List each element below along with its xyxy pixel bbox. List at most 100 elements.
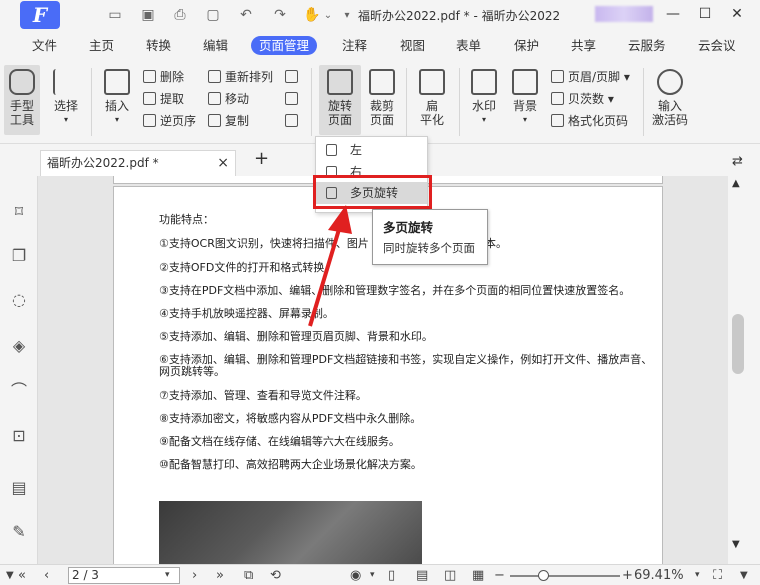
last-page-icon[interactable]: »: [216, 567, 224, 584]
layers-icon[interactable]: ◈: [9, 336, 29, 356]
panel-toggle-icon[interactable]: ⇄: [732, 154, 743, 169]
extract-icon[interactable]: ⧉: [244, 567, 253, 584]
hand-tool-button[interactable]: 手型 工具: [4, 65, 40, 135]
reverse-order-button[interactable]: 逆页序: [143, 112, 196, 130]
document-icon[interactable]: ▤: [9, 478, 29, 498]
copy-page-icon: [208, 114, 221, 127]
close-icon[interactable]: ✕: [727, 4, 747, 24]
next-page-icon[interactable]: ›: [192, 567, 197, 584]
copy-page-button[interactable]: 复制: [208, 112, 249, 130]
tab-home[interactable]: 主页: [89, 36, 114, 55]
reverse-order-icon: [143, 114, 156, 127]
fit-page-icon[interactable]: ⛶: [713, 567, 722, 584]
tab-comment[interactable]: 注释: [342, 36, 367, 55]
first-page-icon[interactable]: «: [18, 567, 26, 584]
tab-view[interactable]: 视图: [400, 36, 425, 55]
crop-page-button[interactable]: 裁剪 页面: [364, 65, 400, 127]
bates-number-button[interactable]: 贝茨数 ▾: [551, 90, 614, 108]
pages-icon[interactable]: ❐: [9, 246, 29, 266]
tooltip-title: 多页旋转: [383, 220, 434, 235]
delete-label: 删除: [160, 70, 185, 84]
eye-icon[interactable]: ◉: [350, 567, 361, 584]
replace-page-button[interactable]: [285, 68, 302, 86]
flatten-button[interactable]: 扁 平化: [414, 65, 450, 127]
format-page-number-button[interactable]: 格式化页码: [551, 112, 628, 130]
undo-arrow-icon[interactable]: ↶: [236, 5, 256, 25]
move-page-button[interactable]: 移动: [208, 90, 249, 108]
tab-convert[interactable]: 转换: [146, 36, 171, 55]
triangle-down-icon[interactable]: ▼: [6, 567, 14, 584]
continuous-page-icon[interactable]: ▤: [416, 567, 428, 584]
page-number-input[interactable]: 2 / 3: [68, 567, 180, 584]
zoom-slider-track[interactable]: [510, 575, 620, 577]
right-panel: ⇄ ▲ ▼: [728, 144, 760, 564]
dropdown-icon[interactable]: ▾: [337, 5, 357, 25]
zoom-level[interactable]: 69.41%: [634, 567, 684, 584]
security-icon[interactable]: ⊡: [9, 426, 29, 446]
rotate-view-icon[interactable]: ⟲: [270, 567, 281, 584]
extract-page-button[interactable]: 提取: [143, 90, 184, 108]
header-footer-label: 页眉/页脚: [568, 70, 621, 84]
signature-icon[interactable]: ✎: [9, 522, 29, 542]
print-icon[interactable]: ⎙: [170, 5, 190, 25]
maximize-icon[interactable]: ☐: [695, 4, 715, 24]
key-icon: [657, 69, 683, 95]
delete-page-button[interactable]: 删除: [143, 68, 184, 86]
rotate-page-button[interactable]: 旋转 页面: [319, 65, 361, 135]
close-tab-icon[interactable]: ×: [217, 151, 229, 175]
flatten-label-1: 扁: [425, 99, 438, 113]
chevron-down-icon[interactable]: ▾: [165, 567, 170, 584]
redo-icon[interactable]: ↷: [270, 5, 290, 25]
reorder-button[interactable]: 重新排列: [208, 68, 273, 86]
header-footer-button[interactable]: 页眉/页脚 ▾: [551, 68, 630, 86]
zoom-in-icon[interactable]: +: [622, 567, 633, 584]
comment-icon[interactable]: ◌: [9, 290, 29, 310]
ribbon-toolbar: 手型 工具 选择 ▾ 插入 ▾ 删除 提取 逆页序 重新排列 移动 复制 旋转 …: [0, 60, 760, 144]
tab-edit[interactable]: 编辑: [203, 36, 228, 55]
insert-page-icon: [104, 69, 130, 95]
insert-page-button[interactable]: 插入 ▾: [99, 65, 135, 127]
crop-label-1: 裁剪: [369, 99, 394, 113]
swap-page-button[interactable]: [285, 112, 302, 130]
chevron-down-icon[interactable]: ⌄: [318, 5, 338, 25]
input-code-label-2: 激活码: [651, 113, 688, 127]
tab-share[interactable]: 共享: [571, 36, 596, 55]
tab-form[interactable]: 表单: [456, 36, 481, 55]
tab-page-management[interactable]: 页面管理: [251, 36, 318, 55]
scroll-up-icon[interactable]: ▲: [732, 178, 744, 194]
bookmark-icon[interactable]: ⌑: [9, 202, 29, 222]
select-tool-button[interactable]: 选择 ▾: [48, 65, 84, 127]
attachment-icon[interactable]: ⌒: [9, 381, 29, 401]
input-activation-code-button[interactable]: 输入 激活码: [651, 65, 689, 127]
document-tab[interactable]: 福昕办公2022.pdf * ×: [40, 150, 236, 176]
scroll-down-icon[interactable]: ▼: [740, 567, 748, 584]
vertical-scrollbar[interactable]: [732, 314, 744, 374]
menu-bar: 文件 主页 转换 编辑 页面管理 注释 视图 表单 保护 共享 云服务 云会议: [0, 30, 760, 60]
separator: [459, 68, 460, 136]
rotate-left-item[interactable]: 左: [316, 139, 427, 161]
user-avatar[interactable]: [595, 6, 653, 22]
chevron-down-icon[interactable]: ▾: [370, 567, 375, 584]
zoom-out-icon[interactable]: −: [494, 567, 505, 584]
background-button[interactable]: 背景 ▾: [507, 65, 543, 127]
two-page-continuous-icon[interactable]: ▦: [472, 567, 484, 584]
watermark-label: 水印: [471, 99, 496, 113]
tab-protect[interactable]: 保护: [514, 36, 539, 55]
separator: [91, 68, 92, 136]
watermark-button[interactable]: 水印 ▾: [466, 65, 502, 127]
save-icon[interactable]: ▣: [138, 5, 158, 25]
split-page-button[interactable]: [285, 90, 302, 108]
new-tab-icon[interactable]: +: [254, 148, 269, 169]
undo-icon[interactable]: ▢: [203, 5, 223, 25]
scroll-down-icon[interactable]: ▼: [732, 539, 740, 550]
single-page-icon[interactable]: ▯: [388, 567, 395, 584]
chevron-down-icon[interactable]: ▾: [695, 567, 700, 584]
prev-page-icon[interactable]: ‹: [44, 567, 49, 584]
tab-file[interactable]: 文件: [32, 36, 57, 55]
zoom-slider-knob[interactable]: [538, 570, 549, 581]
open-folder-icon[interactable]: ▭: [105, 5, 125, 25]
tab-cloud-meeting[interactable]: 云会议: [698, 36, 736, 55]
tab-cloud-service[interactable]: 云服务: [628, 36, 666, 55]
two-page-icon[interactable]: ◫: [444, 567, 456, 584]
minimize-icon[interactable]: —: [663, 4, 683, 24]
